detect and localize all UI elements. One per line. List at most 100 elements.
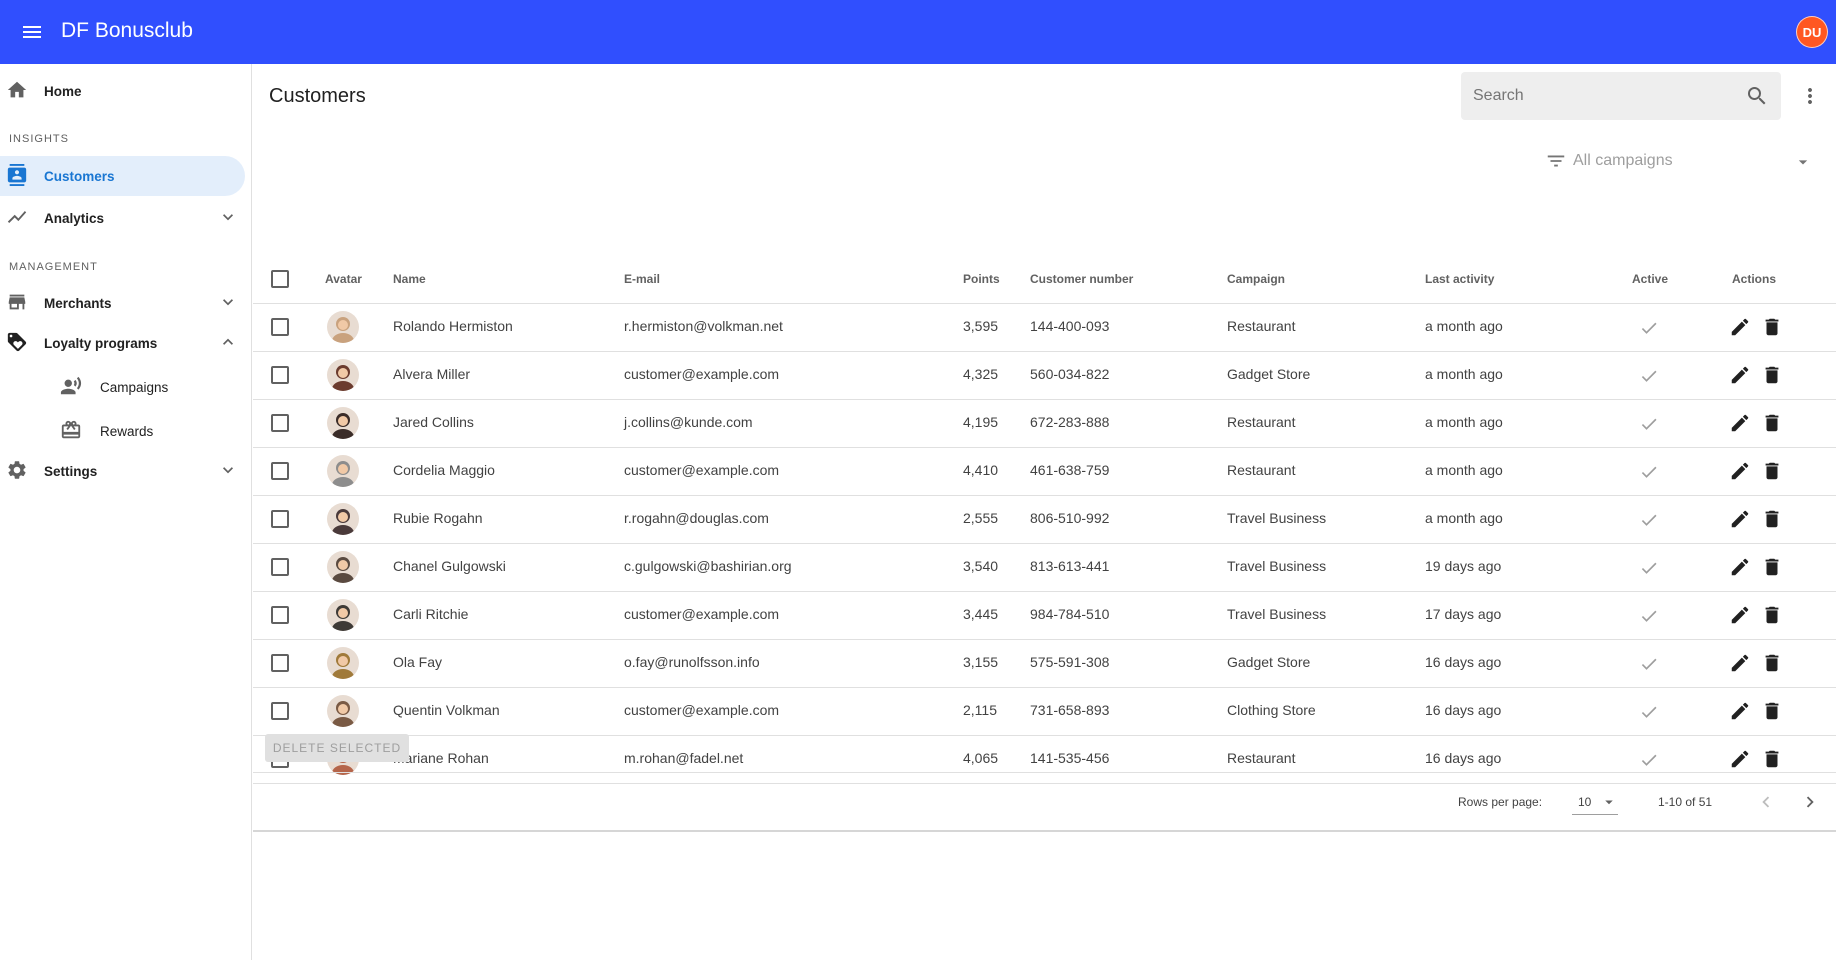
- chevron-down-icon: [223, 299, 233, 306]
- edit-icon[interactable]: [1729, 508, 1751, 530]
- table-header: Avatar Name E-mail Points Customer numbe…: [253, 254, 1836, 304]
- customer-number: 806-510-992: [1030, 510, 1110, 526]
- search-placeholder: Search: [1473, 87, 1524, 104]
- customer-name: Carli Ritchie: [393, 606, 469, 622]
- delete-icon[interactable]: [1761, 700, 1783, 722]
- sidebar-item-customers[interactable]: Customers: [0, 156, 245, 196]
- customer-campaign: Travel Business: [1227, 606, 1327, 622]
- check-icon: [1641, 706, 1657, 718]
- search-icon[interactable]: [1745, 84, 1769, 108]
- delete-icon[interactable]: [1761, 316, 1783, 338]
- sidebar-item-analytics[interactable]: Analytics: [0, 198, 245, 238]
- customer-points: 3,540: [963, 558, 999, 574]
- main-content: Customers Search All campaigns Avatar Na…: [253, 64, 1836, 960]
- customer-last-activity: 19 days ago: [1425, 558, 1502, 574]
- contacts-icon: [7, 164, 27, 186]
- campaign-filter-select[interactable]: All campaigns: [1545, 146, 1813, 178]
- chevron-right-icon[interactable]: [1799, 791, 1821, 813]
- row-checkbox[interactable]: [271, 510, 289, 528]
- column-header-name[interactable]: Name: [393, 272, 426, 286]
- sidebar-item-campaigns[interactable]: Campaigns: [0, 367, 245, 407]
- sidebar-item-label: Campaigns: [100, 379, 169, 395]
- edit-icon[interactable]: [1729, 412, 1751, 434]
- chevron-up-icon: [223, 338, 233, 345]
- page-title: Customers: [269, 85, 366, 107]
- customer-name: Rubie Rogahn: [393, 510, 483, 526]
- sidebar-item-settings[interactable]: Settings: [0, 451, 245, 491]
- customer-name: Cordelia Maggio: [393, 462, 495, 478]
- row-checkbox[interactable]: [271, 318, 289, 336]
- gift-icon: [61, 420, 81, 439]
- table-row: Rolando Hermiston r.hermiston@volkman.net…: [253, 304, 1836, 352]
- delete-icon[interactable]: [1761, 556, 1783, 578]
- customer-campaign: Gadget Store: [1227, 366, 1311, 382]
- user-avatar[interactable]: DU: [1796, 16, 1828, 48]
- customer-email: m.rohan@fadel.net: [624, 750, 744, 766]
- row-checkbox[interactable]: [271, 414, 289, 432]
- customer-number: 575-591-308: [1030, 654, 1110, 670]
- row-checkbox[interactable]: [271, 462, 289, 480]
- edit-icon[interactable]: [1729, 460, 1751, 482]
- row-checkbox[interactable]: [271, 654, 289, 672]
- delete-icon[interactable]: [1761, 460, 1783, 482]
- delete-selected-button[interactable]: DELETE SELECTED: [265, 734, 409, 762]
- search-input[interactable]: Search: [1461, 72, 1781, 120]
- customer-points: 3,445: [963, 606, 999, 622]
- customer-email: c.gulgowski@bashirian.org: [624, 558, 792, 574]
- edit-icon[interactable]: [1729, 364, 1751, 386]
- chevron-down-icon: [223, 214, 233, 221]
- row-checkbox[interactable]: [271, 558, 289, 576]
- rows-per-page-value: 10: [1578, 795, 1592, 809]
- sidebar-item-loyalty-programs[interactable]: Loyalty programs: [0, 323, 245, 363]
- column-header-last-activity[interactable]: Last activity: [1425, 272, 1494, 286]
- sidebar-item-rewards[interactable]: Rewards: [0, 411, 245, 451]
- chevron-left-icon[interactable]: [1755, 791, 1777, 813]
- more-vert-icon[interactable]: [1798, 84, 1822, 108]
- edit-icon[interactable]: [1729, 652, 1751, 674]
- sidebar-item-home[interactable]: Home: [0, 71, 245, 111]
- customer-campaign: Clothing Store: [1227, 702, 1316, 718]
- customer-number: 672-283-888: [1030, 414, 1110, 430]
- delete-icon[interactable]: [1761, 364, 1783, 386]
- sidebar-item-label: Merchants: [44, 295, 112, 311]
- column-header-avatar: Avatar: [325, 272, 362, 286]
- sidebar: Home INSIGHTS Customers Analytics MANAGE…: [0, 64, 252, 960]
- column-header-active[interactable]: Active: [1632, 272, 1668, 286]
- customer-name: Rolando Hermiston: [393, 318, 513, 334]
- table-row: Ola Fay o.fay@runolfsson.info 3,155 575-591…: [253, 640, 1836, 688]
- delete-icon[interactable]: [1761, 748, 1783, 770]
- customer-points: 3,155: [963, 654, 999, 670]
- loyalty-icon: [7, 332, 27, 352]
- edit-icon[interactable]: [1729, 316, 1751, 338]
- column-header-points[interactable]: Points: [963, 272, 1000, 286]
- delete-icon[interactable]: [1761, 604, 1783, 626]
- edit-icon[interactable]: [1729, 556, 1751, 578]
- edit-icon[interactable]: [1729, 604, 1751, 626]
- customer-email: customer@example.com: [624, 366, 780, 382]
- customer-last-activity: a month ago: [1425, 318, 1503, 334]
- menu-icon[interactable]: [20, 20, 44, 44]
- row-checkbox[interactable]: [271, 606, 289, 624]
- edit-icon[interactable]: [1729, 748, 1751, 770]
- avatar: [327, 551, 359, 583]
- column-header-email[interactable]: E-mail: [624, 272, 660, 286]
- customer-last-activity: a month ago: [1425, 366, 1503, 382]
- rows-per-page-select[interactable]: 10: [1572, 787, 1618, 815]
- customer-last-activity: a month ago: [1425, 462, 1503, 478]
- select-all-checkbox[interactable]: [271, 270, 289, 288]
- customer-points: 4,065: [963, 750, 999, 766]
- check-icon: [1641, 322, 1657, 334]
- row-checkbox[interactable]: [271, 702, 289, 720]
- app-title: DF Bonusclub: [61, 19, 193, 42]
- customer-points: 2,555: [963, 510, 999, 526]
- sidebar-item-merchants[interactable]: Merchants: [0, 283, 245, 323]
- avatar: [327, 455, 359, 487]
- column-header-customer-number[interactable]: Customer number: [1030, 272, 1133, 286]
- delete-icon[interactable]: [1761, 412, 1783, 434]
- campaign-icon: [60, 376, 82, 395]
- delete-icon[interactable]: [1761, 508, 1783, 530]
- column-header-campaign[interactable]: Campaign: [1227, 272, 1285, 286]
- edit-icon[interactable]: [1729, 700, 1751, 722]
- row-checkbox[interactable]: [271, 366, 289, 384]
- delete-icon[interactable]: [1761, 652, 1783, 674]
